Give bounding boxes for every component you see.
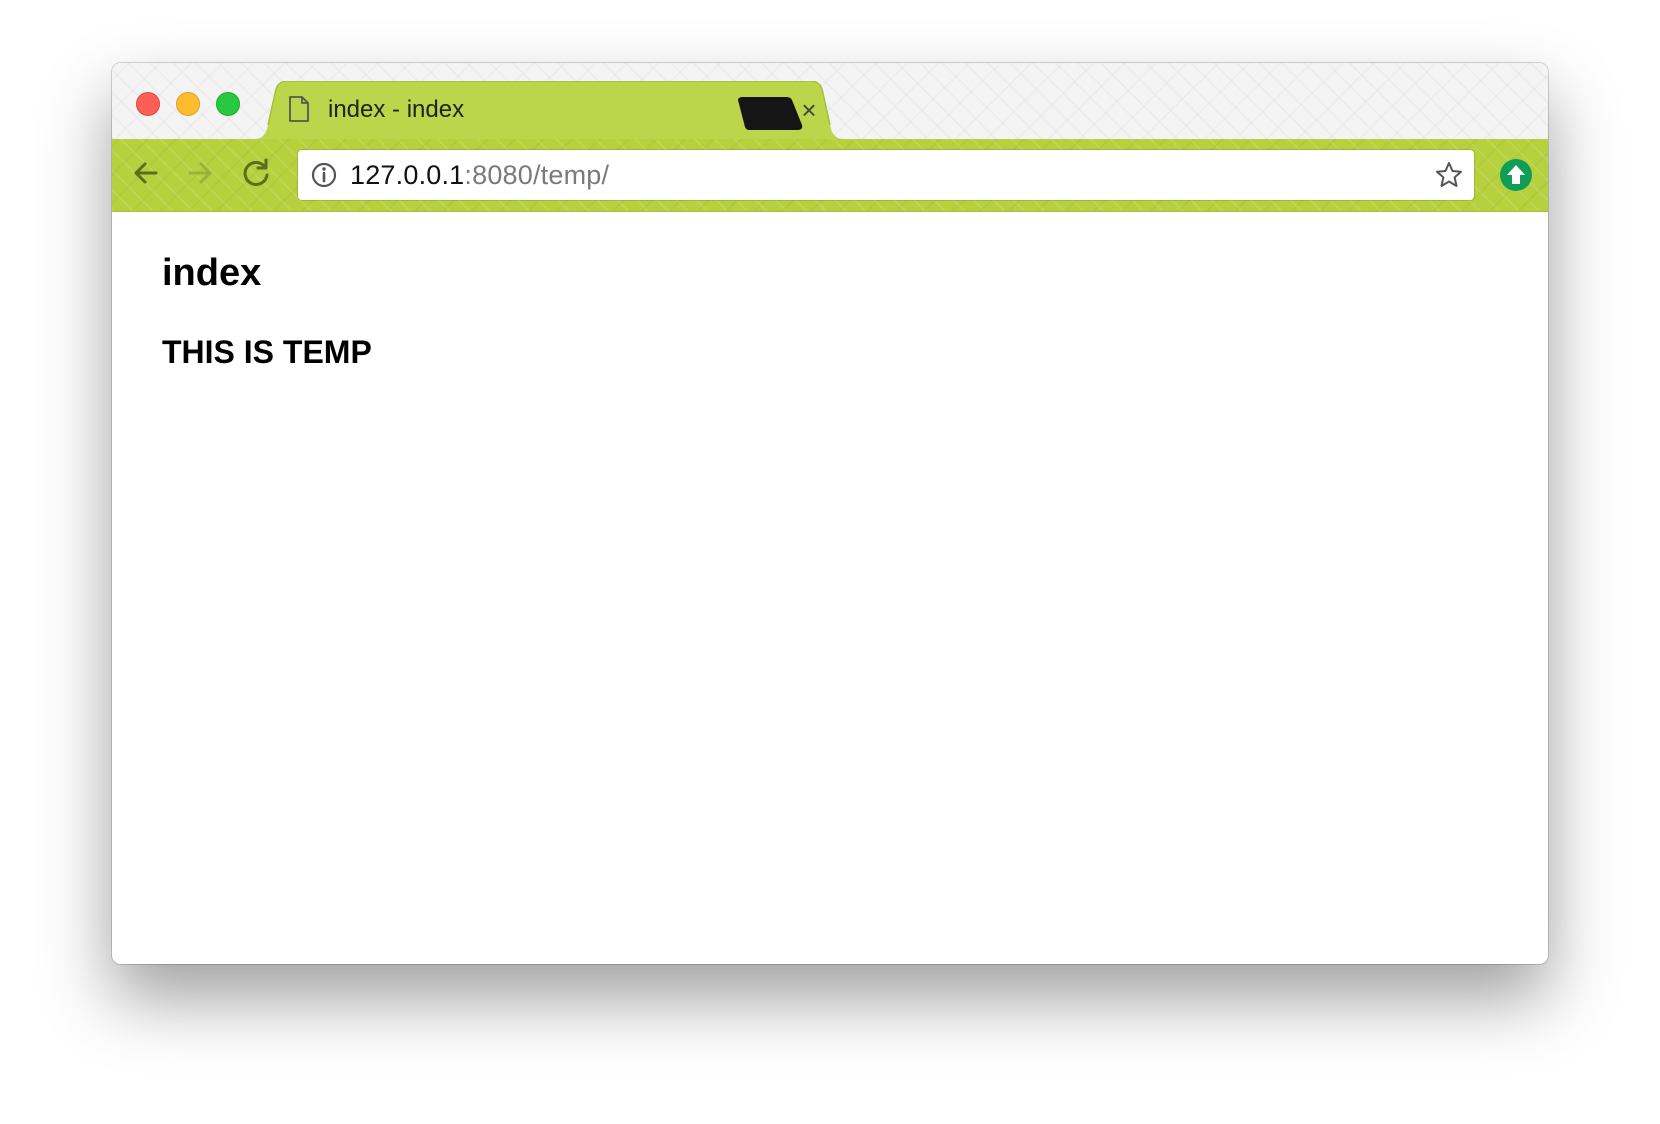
- browser-toolbar: 127.0.0.1:8080/temp/: [112, 139, 1548, 212]
- page-subtitle: THIS IS TEMP: [162, 334, 372, 370]
- url-text[interactable]: 127.0.0.1:8080/temp/: [350, 160, 609, 190]
- window-close-button[interactable]: [136, 92, 160, 116]
- address-bar[interactable]: 127.0.0.1:8080/temp/: [298, 150, 1474, 200]
- document-icon: [289, 96, 309, 122]
- back-arrow-icon[interactable]: [126, 153, 166, 193]
- new-tab-button[interactable]: [736, 97, 804, 131]
- browser-window: index - index × 127.0.0.1:8080/temp/ ind…: [112, 63, 1548, 964]
- info-icon[interactable]: [310, 161, 338, 189]
- title-bar: index - index ×: [112, 63, 1548, 139]
- page-content: index THIS IS TEMP: [112, 212, 1548, 964]
- page-title: index: [162, 252, 262, 294]
- tab-title: index - index: [328, 96, 465, 123]
- reload-icon[interactable]: [236, 153, 276, 193]
- window-maximize-button[interactable]: [216, 92, 240, 116]
- forward-arrow-icon[interactable]: [180, 153, 220, 193]
- url-host: 127.0.0.1: [350, 160, 465, 190]
- window-minimize-button[interactable]: [176, 92, 200, 116]
- star-icon[interactable]: [1434, 160, 1464, 190]
- url-path: :8080/temp/: [464, 160, 610, 190]
- upload-arrow-icon[interactable]: [1498, 157, 1534, 193]
